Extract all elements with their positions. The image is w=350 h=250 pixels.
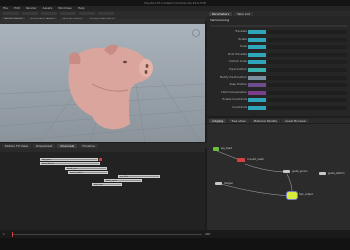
node-label-hairgen: hairgen — [224, 182, 234, 185]
parameter-label: Child Compensation — [220, 90, 247, 94]
parameter-label: Modify Pre-Transform — [219, 75, 247, 79]
clip-item[interactable]: pose_blend — [40, 162, 100, 165]
node-wires — [216, 150, 293, 197]
frame-slider[interactable] — [12, 234, 202, 235]
clip-item[interactable]: ear_flick — [118, 175, 160, 178]
clip-item[interactable]: clip_pose — [40, 158, 98, 161]
parameter-extra-field[interactable] — [267, 106, 347, 110]
parameter-label: Rotate — [238, 37, 248, 41]
parameter-extra-field[interactable] — [267, 30, 347, 34]
timeline-panel[interactable]: clip_pose pose_blend head_turn snout_twi… — [0, 148, 205, 230]
parameter-label: Uniform Scale — [228, 60, 247, 64]
shelf-tool[interactable] — [22, 12, 38, 15]
parameter-label: Keep Position — [229, 83, 247, 87]
network-editor[interactable]: pig_head convert_mesh guide_groom hairge… — [207, 124, 350, 230]
parameter-value-field[interactable] — [248, 106, 266, 110]
tab-material-palette[interactable]: Material Palette — [250, 118, 281, 123]
parameter-extra-field[interactable] — [267, 37, 347, 42]
parameter-label: Pre-transform — [229, 68, 247, 71]
playbar: 1 240 — [0, 230, 350, 238]
scene-viewport[interactable] — [0, 24, 205, 142]
shelf-tool[interactable] — [60, 12, 76, 15]
tab-asset-browser[interactable]: Asset Browser — [282, 118, 310, 123]
end-frame[interactable]: 240 — [205, 232, 210, 236]
node-guide-groom[interactable] — [283, 170, 290, 173]
node-label-guide-deform: guide_deform — [328, 172, 345, 175]
parameter-extra-field[interactable] — [267, 45, 347, 50]
parameter-extra-field[interactable] — [267, 83, 347, 88]
parameter-extra-field[interactable] — [267, 75, 347, 80]
node-label-pig-head: pig_head — [221, 147, 232, 150]
clip-item[interactable]: blink_cycle — [104, 179, 142, 182]
node-hairgen[interactable] — [215, 182, 222, 185]
parameter-label: Enable Constraints — [222, 98, 247, 102]
parameter-extra-field[interactable] — [267, 52, 347, 57]
parameter-label: Translate — [235, 30, 247, 33]
node-label: hairGrooming — [210, 18, 230, 22]
tab-dopesheet[interactable]: Dopesheet — [32, 143, 56, 148]
parameter-label: Constraints — [232, 106, 247, 109]
parameter-label: Pivot Translate — [228, 52, 247, 56]
shelf-tool[interactable] — [98, 12, 114, 15]
parameter-value-field[interactable] — [248, 98, 266, 103]
tab-motion-fx[interactable]: Motion FX View — [2, 143, 31, 148]
shelf-tool[interactable] — [3, 12, 19, 15]
tab-network-obj[interactable]: /obj/pig — [209, 118, 227, 123]
current-frame[interactable]: 1 — [3, 232, 5, 236]
node-convert-mesh[interactable] — [237, 158, 245, 162]
playhead[interactable] — [12, 232, 13, 237]
parameter-value-field[interactable] — [248, 83, 266, 88]
node-hair-output[interactable] — [286, 191, 298, 200]
parameter-value-field[interactable] — [248, 75, 266, 80]
tab-channels[interactable]: Channels — [57, 143, 78, 148]
parameter-value-field[interactable] — [248, 30, 266, 34]
shelf-tool[interactable] — [41, 12, 57, 15]
parameter-pane: hairGrooming Translate Rotate Scale Pivot T… — [207, 16, 350, 116]
clip-item[interactable]: idle_loop — [92, 183, 122, 186]
node-label-convert-mesh: convert_mesh — [247, 158, 264, 161]
status-bar — [0, 238, 350, 250]
node-guide-deform[interactable] — [319, 172, 326, 175]
parameter-value-field[interactable] — [248, 45, 266, 50]
tab-timeline[interactable]: Timeline — [79, 143, 98, 148]
node-label-guide-groom: guide_groom — [292, 170, 308, 173]
parameter-header — [210, 25, 347, 27]
view-gizmo-icon[interactable] — [192, 29, 200, 37]
parameter-label: Scale — [240, 45, 247, 49]
node-label-hair-output: hair_output — [299, 193, 313, 196]
tab-take-list[interactable]: Take List — [234, 11, 254, 16]
parameter-extra-field[interactable] — [267, 98, 347, 103]
clip-item[interactable]: head_turn — [65, 167, 107, 170]
parameter-extra-field[interactable] — [267, 68, 347, 72]
timeline-ruler — [0, 148, 205, 152]
parameter-value-field[interactable] — [248, 90, 266, 95]
node-pig-head[interactable] — [213, 147, 219, 151]
clip-item[interactable]: snout_twitch — [68, 171, 108, 174]
parameter-extra-field[interactable] — [267, 90, 347, 95]
shelf-tool[interactable] — [79, 12, 95, 15]
tab-parameters[interactable]: Parameters — [209, 11, 233, 16]
parameter-value-field[interactable] — [248, 52, 266, 57]
tab-tree-view[interactable]: Tree View — [228, 118, 249, 123]
network-tabs: /obj/pig Tree View Material Palette Asse… — [207, 118, 350, 123]
parameter-value-field[interactable] — [248, 68, 266, 72]
viewport-canvas — [0, 29, 205, 142]
parameter-extra-field[interactable] — [267, 60, 347, 65]
parameter-value-field[interactable] — [248, 60, 266, 65]
parameter-value-field[interactable] — [248, 37, 266, 42]
clip-end-marker[interactable] — [99, 158, 102, 161]
